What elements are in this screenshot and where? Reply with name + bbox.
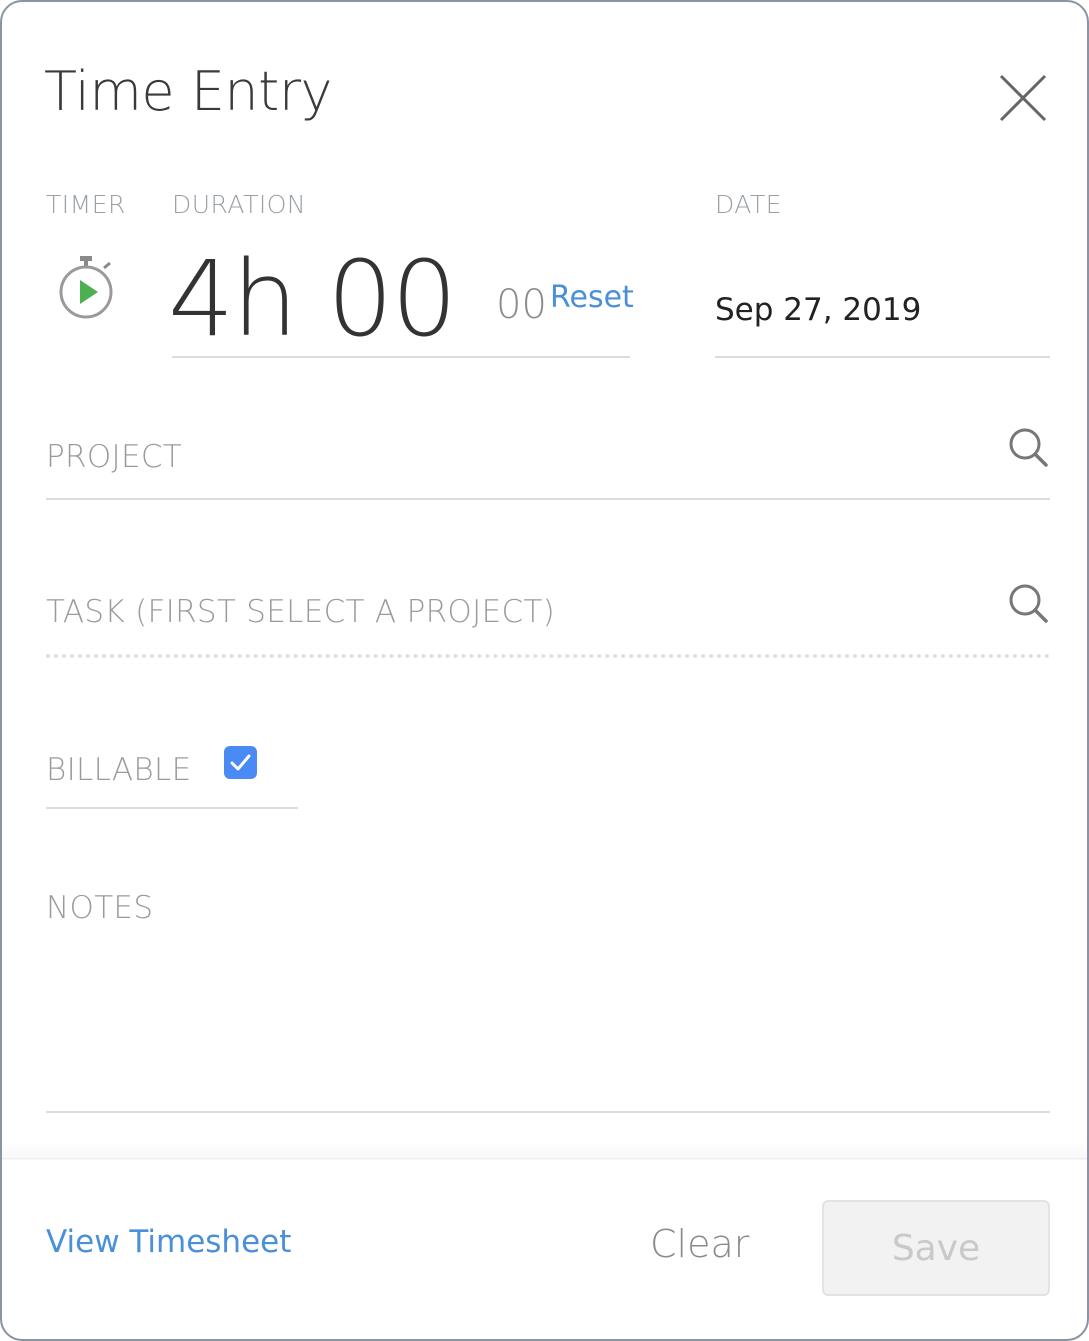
duration-underline xyxy=(172,356,630,358)
check-icon xyxy=(230,754,251,771)
close-icon xyxy=(999,74,1047,122)
dialog-title: Time Entry xyxy=(44,60,333,123)
view-timesheet-link[interactable]: View Timesheet xyxy=(46,1224,291,1260)
stopwatch-play-icon xyxy=(59,256,113,319)
billable-label: BILLABLE xyxy=(46,752,192,788)
project-underline xyxy=(46,498,1050,500)
project-field[interactable]: PROJECT xyxy=(46,439,182,475)
footer-divider xyxy=(2,1158,1087,1159)
duration-seconds: 00 xyxy=(496,282,547,328)
duration-value[interactable]: 4h 00 xyxy=(168,238,457,360)
reset-link[interactable]: Reset xyxy=(550,280,634,315)
duration-label: DURATION xyxy=(172,190,307,219)
date-label: DATE xyxy=(715,190,783,219)
save-button[interactable]: Save xyxy=(822,1200,1050,1296)
task-underline xyxy=(46,654,1050,658)
notes-field[interactable]: NOTES xyxy=(46,890,153,926)
timer-start-button[interactable] xyxy=(54,254,118,322)
timer-label: TIMER xyxy=(46,190,126,219)
time-entry-dialog: Time Entry TIMER DURATION DATE 4h 00 00 … xyxy=(0,0,1089,1341)
notes-underline xyxy=(46,1111,1050,1113)
clear-button[interactable]: Clear xyxy=(650,1222,749,1266)
billable-checkbox[interactable] xyxy=(224,746,257,779)
search-icon xyxy=(1009,428,1048,467)
close-button[interactable] xyxy=(996,72,1048,124)
date-underline xyxy=(715,356,1050,358)
project-search-button[interactable] xyxy=(1006,426,1050,470)
date-input[interactable]: Sep 27, 2019 xyxy=(715,292,921,328)
search-icon xyxy=(1009,584,1048,623)
task-search-button[interactable] xyxy=(1006,582,1050,626)
task-field[interactable]: TASK (FIRST SELECT A PROJECT) xyxy=(46,594,555,630)
billable-underline xyxy=(46,807,298,809)
